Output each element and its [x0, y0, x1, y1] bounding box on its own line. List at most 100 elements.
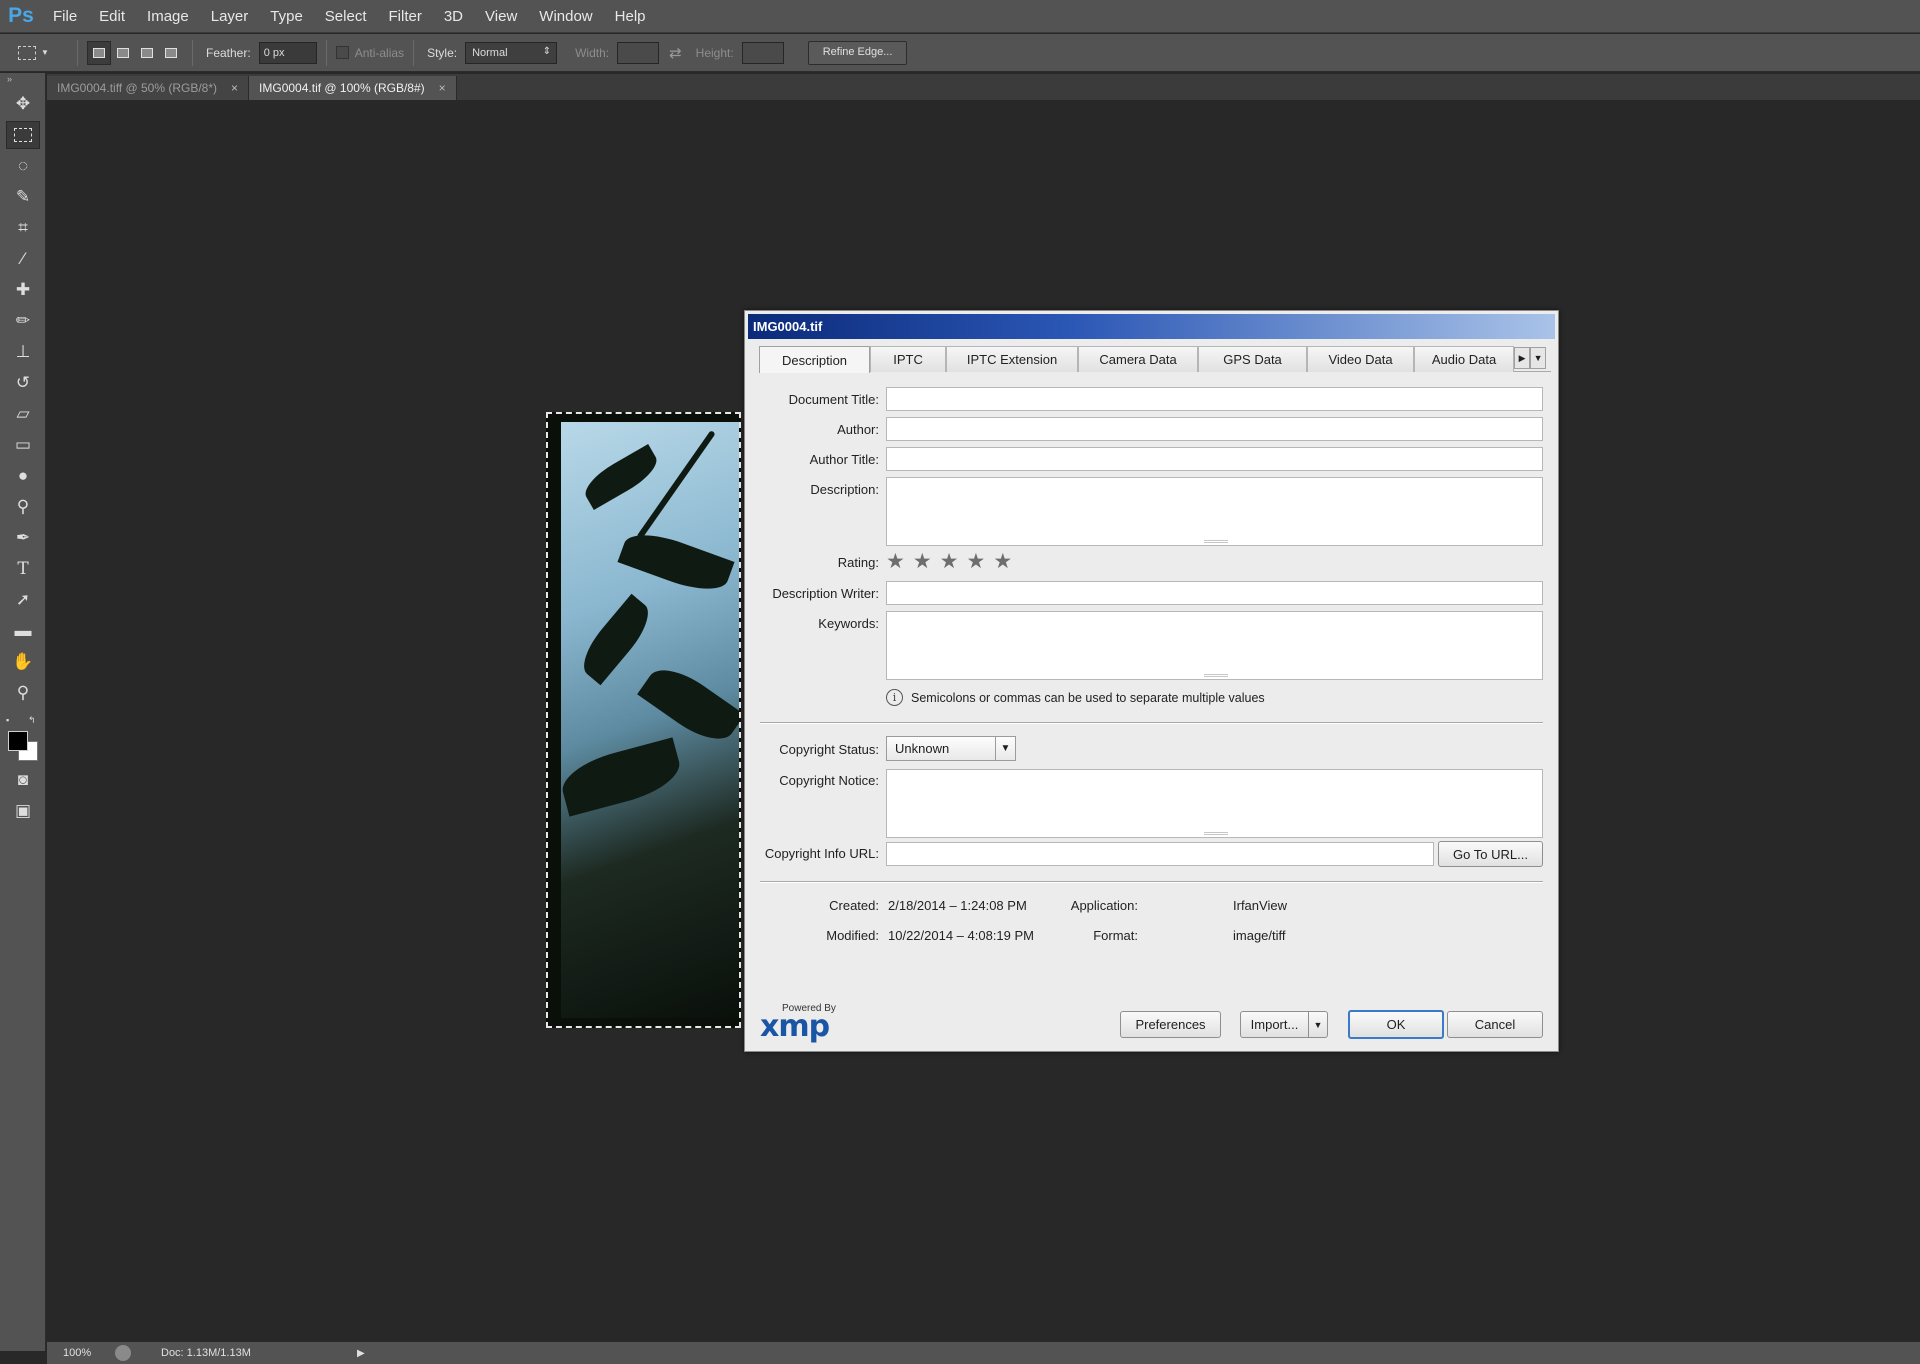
menu-select[interactable]: Select — [314, 0, 378, 33]
doc-tab[interactable]: IMG0004.tiff @ 50% (RGB/8*) × — [47, 76, 250, 100]
rating-label: Rating: — [837, 555, 879, 570]
height-input[interactable] — [741, 41, 784, 64]
copyright-status-select[interactable]: Unknown ▼ — [886, 736, 1016, 761]
close-icon[interactable]: × — [231, 81, 238, 95]
tab-gps-data[interactable]: GPS Data — [1198, 346, 1308, 372]
close-icon[interactable]: × — [439, 81, 446, 95]
document-title-label: Document Title: — [788, 392, 879, 407]
menu-file[interactable]: File — [42, 0, 88, 33]
tab-scroll-right-icon[interactable]: ▶ — [1514, 347, 1531, 369]
star-icon[interactable]: ★ — [886, 551, 905, 572]
status-bar: 100% Doc: 1.13M/1.13M ▶ — [47, 1341, 1920, 1364]
color-swatches[interactable]: ▪ ↰ — [0, 713, 45, 763]
go-to-url-button[interactable]: Go To URL... — [1438, 841, 1543, 867]
menu-3d[interactable]: 3D — [433, 0, 474, 33]
application-label: Application: — [1070, 898, 1138, 913]
resize-grip[interactable] — [1204, 674, 1228, 677]
type-tool-icon[interactable]: T — [6, 555, 40, 583]
subtract-selection-button[interactable] — [135, 41, 159, 65]
ok-button[interactable]: OK — [1348, 1010, 1444, 1039]
copyright-url-field[interactable] — [886, 842, 1434, 866]
author-title-field[interactable] — [886, 447, 1543, 471]
clone-stamp-tool-icon[interactable]: ⊥ — [6, 338, 40, 366]
copyright-notice-field[interactable] — [886, 769, 1543, 838]
history-brush-tool-icon[interactable]: ↺ — [6, 369, 40, 397]
quick-mask-icon[interactable]: ◙ — [6, 766, 40, 794]
feather-input[interactable]: 0 px — [258, 41, 317, 64]
default-colors-icon[interactable]: ▪ — [6, 715, 9, 725]
canvas-image[interactable] — [546, 412, 741, 1028]
hint-text: Semicolons or commas can be used to sepa… — [911, 690, 1265, 705]
tab-description[interactable]: Description — [759, 346, 871, 373]
star-icon[interactable]: ★ — [913, 551, 932, 572]
brush-tool-icon[interactable]: ✏ — [6, 307, 40, 335]
dodge-tool-icon[interactable]: ⚲ — [6, 493, 40, 521]
antialias-checkbox[interactable] — [335, 46, 349, 59]
swap-icon[interactable]: ⇄ — [669, 44, 682, 62]
menu-view[interactable]: View — [474, 0, 528, 33]
menu-type[interactable]: Type — [259, 0, 314, 33]
preferences-button[interactable]: Preferences — [1120, 1011, 1221, 1038]
collapse-icon[interactable]: » — [0, 73, 45, 87]
gradient-tool-icon[interactable]: ▭ — [6, 431, 40, 459]
move-tool-icon[interactable]: ✥ — [6, 90, 40, 118]
description-writer-field[interactable] — [886, 581, 1543, 605]
menu-help[interactable]: Help — [604, 0, 657, 33]
resize-grip[interactable] — [1204, 540, 1228, 543]
eyedropper-tool-icon[interactable]: ⁄ — [6, 245, 40, 273]
tab-iptc[interactable]: IPTC — [870, 346, 947, 372]
star-icon[interactable]: ★ — [940, 551, 959, 572]
rating-stars[interactable]: ★ ★ ★ ★ ★ — [886, 551, 1012, 572]
pen-tool-icon[interactable]: ✒ — [6, 524, 40, 552]
status-menu-icon[interactable]: ▶ — [357, 1348, 365, 1359]
chevron-down-icon: ▼ — [41, 48, 49, 57]
tab-iptc-extension[interactable]: IPTC Extension — [946, 346, 1079, 372]
hand-tool-icon[interactable]: ✋ — [6, 648, 40, 676]
menu-image[interactable]: Image — [136, 0, 200, 33]
rectangle-tool-icon[interactable]: ▬ — [6, 617, 40, 645]
tab-video-data[interactable]: Video Data — [1307, 346, 1415, 372]
marquee-tool-icon[interactable] — [6, 121, 40, 149]
tab-audio-data[interactable]: Audio Data — [1414, 346, 1515, 372]
cancel-button[interactable]: Cancel — [1447, 1011, 1543, 1038]
menu-edit[interactable]: Edit — [88, 0, 136, 33]
resize-grip[interactable] — [1204, 832, 1228, 835]
swap-colors-icon[interactable]: ↰ — [28, 715, 36, 726]
new-selection-button[interactable] — [87, 40, 111, 65]
tab-menu-icon[interactable]: ▼ — [1530, 347, 1547, 369]
star-icon[interactable]: ★ — [966, 551, 985, 572]
photo — [556, 422, 739, 1018]
blur-tool-icon[interactable]: ● — [6, 462, 40, 490]
doc-tab-active[interactable]: IMG0004.tif @ 100% (RGB/8#) × — [249, 76, 457, 100]
keywords-field[interactable] — [886, 611, 1543, 680]
author-field[interactable] — [886, 417, 1543, 441]
healing-brush-tool-icon[interactable]: ✚ — [6, 276, 40, 304]
foreground-color[interactable] — [8, 731, 28, 751]
zoom-level[interactable]: 100% — [47, 1347, 107, 1359]
menu-layer[interactable]: Layer — [200, 0, 260, 33]
refine-edge-button[interactable]: Refine Edge... — [807, 40, 908, 65]
doc-info-icon[interactable] — [115, 1345, 131, 1361]
menu-filter[interactable]: Filter — [378, 0, 433, 33]
tab-camera-data[interactable]: Camera Data — [1078, 346, 1199, 372]
intersect-selection-button[interactable] — [159, 41, 183, 65]
import-menu-button[interactable]: ▼ — [1308, 1011, 1328, 1038]
eraser-tool-icon[interactable]: ▱ — [6, 400, 40, 428]
style-label: Style: — [427, 45, 458, 60]
crop-tool-icon[interactable]: ⌗ — [6, 214, 40, 242]
description-field[interactable] — [886, 477, 1543, 546]
quick-select-tool-icon[interactable]: ✎ — [6, 183, 40, 211]
add-selection-button[interactable] — [111, 41, 135, 65]
document-title-field[interactable] — [886, 387, 1543, 411]
marquee-icon — [18, 45, 36, 60]
width-input[interactable] — [617, 41, 660, 64]
menu-window[interactable]: Window — [528, 0, 603, 33]
path-select-tool-icon[interactable]: ➚ — [6, 586, 40, 614]
zoom-tool-icon[interactable]: ⚲ — [6, 679, 40, 707]
import-button[interactable]: Import... — [1240, 1011, 1309, 1038]
screen-mode-icon[interactable]: ▣ — [6, 797, 40, 825]
tool-preset-picker[interactable]: ▼ — [18, 39, 68, 67]
style-select[interactable]: Normal — [465, 41, 558, 64]
lasso-tool-icon[interactable]: ◌ — [6, 152, 40, 180]
star-icon[interactable]: ★ — [993, 551, 1012, 572]
